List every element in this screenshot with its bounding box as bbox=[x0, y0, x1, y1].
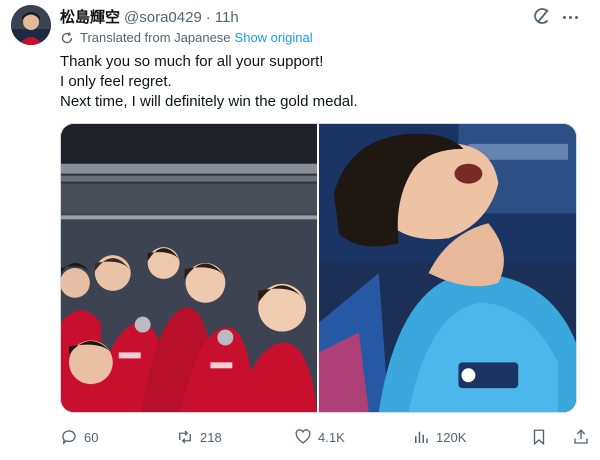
tweet-text-line: Thank you so much for all your support! bbox=[60, 53, 324, 70]
view-count: 120K bbox=[436, 429, 467, 445]
action-bar: 60 218 4.1K 120K bbox=[60, 428, 590, 448]
team-photo[interactable] bbox=[61, 124, 317, 412]
reply-icon bbox=[62, 430, 76, 445]
share-button[interactable] bbox=[572, 428, 590, 446]
tweet-media bbox=[60, 123, 577, 413]
bookmark-icon bbox=[533, 429, 545, 446]
views-button[interactable]: 120K bbox=[412, 428, 466, 446]
like-count: 4.1K bbox=[318, 429, 345, 445]
repost-button[interactable]: 218 bbox=[176, 428, 222, 446]
display-name[interactable]: 松島輝空 bbox=[60, 6, 120, 27]
repost-count: 218 bbox=[200, 429, 222, 445]
heart-icon bbox=[295, 429, 311, 444]
show-original-link[interactable]: Show original bbox=[235, 30, 313, 45]
reply-button[interactable]: 60 bbox=[60, 428, 98, 446]
separator-dot: · bbox=[205, 9, 211, 26]
translated-label: Translated from Japanese bbox=[80, 30, 231, 45]
grok-icon[interactable] bbox=[532, 6, 552, 26]
repost-icon bbox=[179, 430, 191, 444]
avatar[interactable] bbox=[11, 5, 51, 45]
tweet-text-line: I only feel regret. bbox=[60, 73, 172, 90]
like-button[interactable]: 4.1K bbox=[294, 428, 345, 446]
tweet-text: Thank you so much for all your support! … bbox=[60, 52, 358, 112]
reply-count: 60 bbox=[84, 429, 99, 445]
bookmark-button[interactable] bbox=[530, 428, 548, 446]
translate-icon bbox=[61, 31, 73, 43]
views-icon bbox=[415, 431, 428, 443]
tweet-header: 松島輝空 @sora0429 · 11h bbox=[60, 6, 239, 27]
player-photo[interactable] bbox=[319, 124, 576, 412]
translation-notice: Translated from Japanese Show original bbox=[60, 30, 313, 45]
user-handle[interactable]: @sora0429 bbox=[124, 9, 202, 26]
tweet-text-line: Next time, I will definitely win the gol… bbox=[60, 93, 358, 110]
share-icon bbox=[574, 429, 588, 444]
timestamp[interactable]: 11h bbox=[215, 9, 239, 26]
more-icon[interactable] bbox=[560, 8, 580, 26]
